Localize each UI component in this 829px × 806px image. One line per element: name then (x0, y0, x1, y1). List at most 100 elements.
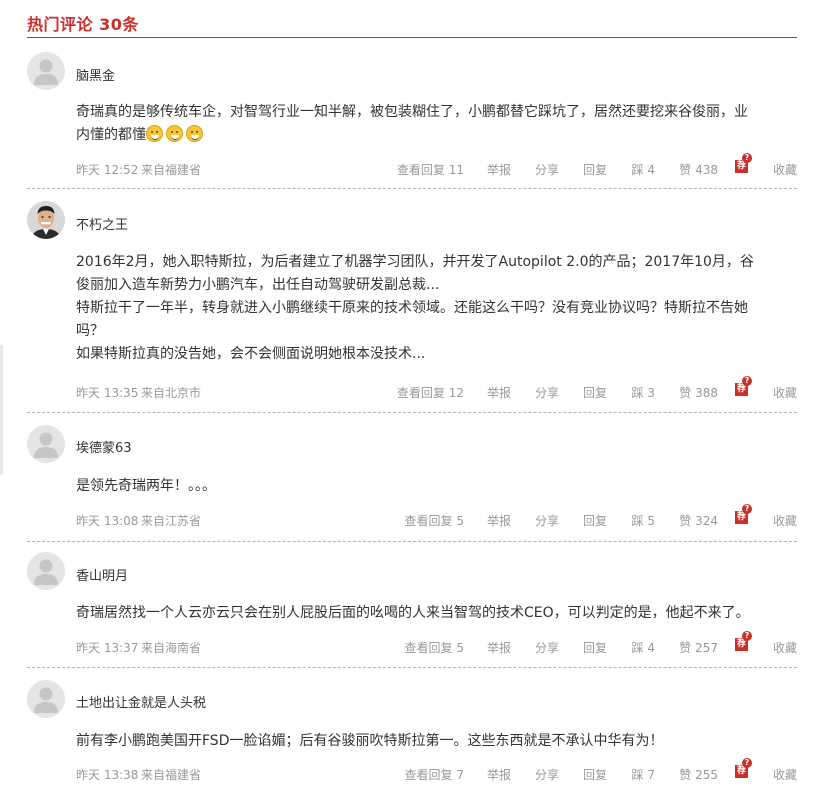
comment-time: 昨天 13:37 (76, 641, 139, 655)
report-button[interactable]: 举报 (487, 512, 511, 529)
like-button[interactable]: 赞 255 (679, 766, 718, 783)
comment-content: 2016年2月，她入职特斯拉，为后者建立了机器学习团队，并开发了Autopilo… (76, 251, 798, 366)
comment-content: 奇瑞居然找一个人云亦云只会在别人屁股后面的吆喝的人来当智驾的技术CEO，可以判定… (76, 602, 798, 625)
grinning-sweat-emoji-icon (166, 125, 183, 142)
comment-username[interactable]: 香山明月 (76, 565, 128, 584)
like-button[interactable]: 赞 388 (679, 384, 718, 401)
comment-meta: 昨天 13:38 来自福建省 查看回复 7 举报 分享 回复 踩 7 赞 255… (76, 758, 797, 783)
grinning-sweat-emoji-icon (186, 125, 203, 142)
view-replies-link[interactable]: 查看回复 5 (405, 639, 464, 656)
reply-button[interactable]: 回复 (583, 512, 607, 529)
favorite-button[interactable]: 收藏 (773, 512, 797, 529)
report-button[interactable]: 举报 (487, 639, 511, 656)
help-icon: ? (742, 631, 752, 641)
reply-button[interactable]: 回复 (583, 766, 607, 783)
comment-location: 来自北京市 (141, 386, 202, 400)
comment-location: 来自江苏省 (141, 514, 202, 528)
photo-avatar-icon (27, 201, 65, 239)
comment-item: 不朽之王 2016年2月，她入职特斯拉，为后者建立了机器学习团队，并开发了Aut… (27, 201, 797, 413)
report-button[interactable]: 举报 (487, 766, 511, 783)
like-button[interactable]: 赞 324 (679, 512, 718, 529)
hot-comments-header: 热门评论 30条 (27, 10, 797, 38)
default-avatar-icon (34, 559, 58, 585)
comment-location: 来自海南省 (141, 641, 202, 655)
comment-time: 昨天 13:08 (76, 514, 139, 528)
comment-location: 来自福建省 (141, 163, 202, 177)
comment-username[interactable]: 土地出让金就是人头税 (76, 692, 206, 711)
comment-line: 如果特斯拉真的没告她，会不会侧面说明她根本没技术... (76, 346, 426, 362)
comment-content: 前有李小鹏跑美国开FSD一脸谄媚；后有谷骏丽吹特斯拉第一。这些东西就是不承认中华… (76, 730, 798, 753)
share-button[interactable]: 分享 (535, 161, 559, 178)
dislike-button[interactable]: 踩 3 (632, 384, 655, 401)
comment-line: 2016年2月，她入职特斯拉，为后者建立了机器学习团队，并开发了Autopilo… (76, 254, 754, 270)
avatar[interactable] (27, 201, 65, 239)
comment-time: 昨天 12:52 (76, 163, 139, 177)
recommend-badge-icon[interactable]: 荐? (735, 376, 752, 396)
comment-line: 是领先奇瑞两年！。。。 (76, 478, 216, 494)
view-replies-link[interactable]: 查看回复 5 (405, 512, 464, 529)
reply-button[interactable]: 回复 (583, 639, 607, 656)
share-button[interactable]: 分享 (535, 766, 559, 783)
share-button[interactable]: 分享 (535, 384, 559, 401)
grinning-sweat-emoji-icon (146, 125, 163, 142)
comment-line: 特斯拉干了一年半，转身就进入小鹏继续干原来的技术领域。还能这么干吗？没有竞业协议… (76, 300, 748, 316)
comment-line: 俊丽加入造车新势力小鹏汽车，出任自动驾驶研发副总裁... (76, 277, 440, 293)
comment-content: 是领先奇瑞两年！。。。 (76, 475, 798, 498)
favorite-button[interactable]: 收藏 (773, 161, 797, 178)
favorite-button[interactable]: 收藏 (773, 639, 797, 656)
share-button[interactable]: 分享 (535, 512, 559, 529)
view-replies-link[interactable]: 查看回复 7 (405, 766, 464, 783)
like-button[interactable]: 赞 257 (679, 639, 718, 656)
comment-item: 土地出让金就是人头税 前有李小鹏跑美国开FSD一脸谄媚；后有谷骏丽吹特斯拉第一。… (27, 680, 797, 806)
comment-line: 奇瑞居然找一个人云亦云只会在别人屁股后面的吆喝的人来当智驾的技术CEO，可以判定… (76, 605, 750, 621)
comment-line: 前有李小鹏跑美国开FSD一脸谄媚；后有谷骏丽吹特斯拉第一。这些东西就是不承认中华… (76, 733, 664, 749)
comment-username[interactable]: 埃德蒙63 (76, 437, 132, 456)
comment-meta: 昨天 12:52 来自福建省 查看回复 11 举报 分享 回复 踩 4 赞 43… (76, 153, 797, 178)
comment-username[interactable]: 不朽之王 (76, 214, 128, 233)
comment-meta: 昨天 13:08 来自江苏省 查看回复 5 举报 分享 回复 踩 5 赞 324… (76, 504, 797, 529)
view-replies-link[interactable]: 查看回复 12 (397, 384, 464, 401)
comment-item: 脑黑金 奇瑞真的是够传统车企，对智驾行业一知半解，被包装糊住了，小鹏都替它踩坑了… (27, 52, 797, 189)
default-avatar-icon (34, 687, 58, 713)
recommend-badge-icon[interactable]: 荐? (735, 504, 752, 524)
reply-button[interactable]: 回复 (583, 384, 607, 401)
default-avatar-icon (34, 59, 58, 85)
help-icon: ? (742, 376, 752, 386)
dislike-button[interactable]: 踩 4 (632, 639, 655, 656)
default-avatar-icon (34, 432, 58, 458)
avatar[interactable] (27, 425, 65, 463)
help-icon: ? (742, 153, 752, 163)
dislike-button[interactable]: 踩 5 (632, 512, 655, 529)
share-button[interactable]: 分享 (535, 639, 559, 656)
comment-item: 埃德蒙63 是领先奇瑞两年！。。。 昨天 13:08 来自江苏省 查看回复 5 … (27, 425, 797, 542)
view-replies-link[interactable]: 查看回复 11 (397, 161, 464, 178)
help-icon: ? (742, 758, 752, 768)
comment-meta: 昨天 13:37 来自海南省 查看回复 5 举报 分享 回复 踩 4 赞 257… (76, 631, 797, 656)
recommend-badge-icon[interactable]: 荐? (735, 631, 752, 651)
comment-item: 香山明月 奇瑞居然找一个人云亦云只会在别人屁股后面的吆喝的人来当智驾的技术CEO… (27, 552, 797, 668)
recommend-badge-icon[interactable]: 荐? (735, 153, 752, 173)
comment-line: 吗？ (76, 323, 104, 339)
report-button[interactable]: 举报 (487, 161, 511, 178)
comment-time: 昨天 13:38 (76, 768, 139, 782)
help-icon: ? (742, 504, 752, 514)
comment-content: 奇瑞真的是够传统车企，对智驾行业一知半解，被包装糊住了，小鹏都替它踩坑了，居然还… (76, 101, 798, 147)
dislike-button[interactable]: 踩 7 (632, 766, 655, 783)
avatar[interactable] (27, 52, 65, 90)
report-button[interactable]: 举报 (487, 384, 511, 401)
comment-time: 昨天 13:35 (76, 386, 139, 400)
recommend-badge-icon[interactable]: 荐? (735, 758, 752, 778)
avatar[interactable] (27, 680, 65, 718)
favorite-button[interactable]: 收藏 (773, 766, 797, 783)
comment-location: 来自福建省 (141, 768, 202, 782)
dislike-button[interactable]: 踩 4 (632, 161, 655, 178)
avatar[interactable] (27, 552, 65, 590)
comment-line: 奇瑞真的是够传统车企，对智驾行业一知半解，被包装糊住了，小鹏都替它踩坑了，居然还… (76, 104, 748, 120)
comment-meta: 昨天 13:35 来自北京市 查看回复 12 举报 分享 回复 踩 3 赞 38… (76, 376, 797, 401)
favorite-button[interactable]: 收藏 (773, 384, 797, 401)
like-button[interactable]: 赞 438 (679, 161, 718, 178)
reply-button[interactable]: 回复 (583, 161, 607, 178)
comment-username[interactable]: 脑黑金 (76, 65, 115, 84)
comment-line: 内懂的都懂 (76, 127, 146, 143)
left-edge-marker (0, 345, 3, 475)
